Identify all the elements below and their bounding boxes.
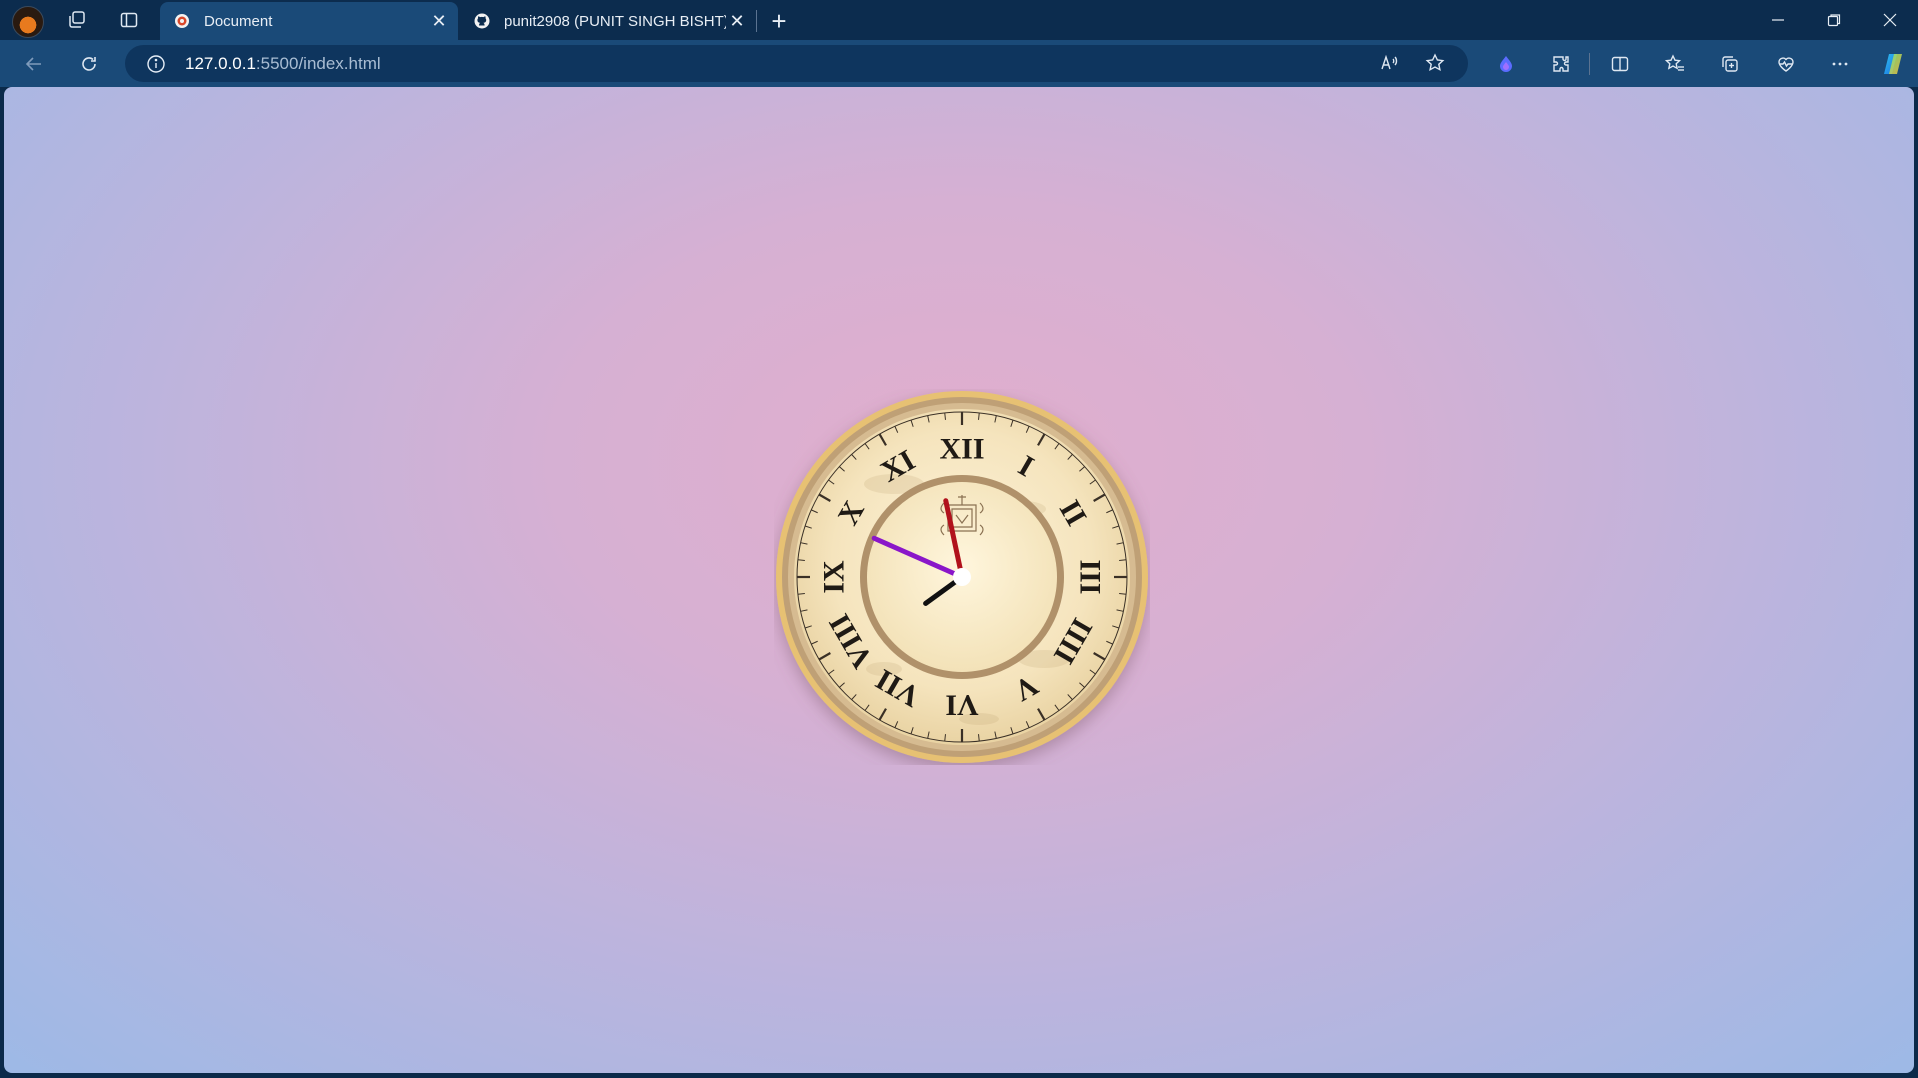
refresh-icon[interactable] bbox=[73, 48, 105, 80]
new-tab-icon[interactable]: + bbox=[764, 6, 794, 36]
url-text: 127.0.0.1:5500/index.html bbox=[185, 54, 381, 74]
read-aloud-icon[interactable] bbox=[1373, 47, 1405, 79]
numeral-ix: IX bbox=[818, 560, 851, 594]
close-tab-icon[interactable]: ✕ bbox=[726, 10, 748, 32]
workspaces-icon[interactable] bbox=[63, 6, 91, 34]
url-host: 127.0.0.1 bbox=[185, 53, 256, 73]
split-screen-icon[interactable] bbox=[1604, 48, 1636, 80]
analog-clock: XII I II III IIII V VI VII VIII IX X XI bbox=[774, 389, 1150, 765]
more-options-icon[interactable] bbox=[1824, 48, 1856, 80]
site-info-icon[interactable] bbox=[145, 53, 167, 75]
browser-essentials-icon[interactable] bbox=[1770, 48, 1802, 80]
copilot-icon[interactable] bbox=[1877, 48, 1909, 80]
live-server-icon bbox=[175, 14, 189, 28]
collections-icon[interactable] bbox=[1714, 48, 1746, 80]
close-window-icon[interactable] bbox=[1862, 0, 1918, 40]
numeral-vi: VI bbox=[945, 689, 978, 722]
extensions-icon[interactable] bbox=[1545, 48, 1577, 80]
back-icon[interactable] bbox=[18, 48, 50, 80]
tab-github[interactable]: punit2908 (PUNIT SINGH BISHT) ✕ bbox=[460, 2, 756, 40]
favorites-icon[interactable] bbox=[1659, 48, 1691, 80]
restore-icon[interactable] bbox=[1806, 0, 1862, 40]
tab-document[interactable]: Document ✕ bbox=[160, 2, 458, 40]
address-bar[interactable]: 127.0.0.1:5500/index.html bbox=[125, 45, 1468, 82]
tab-label: punit2908 (PUNIT SINGH BISHT) bbox=[504, 12, 726, 30]
extension-drop-icon[interactable] bbox=[1490, 48, 1522, 80]
browser-toolbar: 127.0.0.1:5500/index.html bbox=[0, 40, 1918, 87]
numeral-xii: XII bbox=[939, 433, 984, 466]
favorite-star-icon[interactable] bbox=[1419, 47, 1451, 79]
tab-actions-icon[interactable] bbox=[115, 6, 143, 34]
clock-face-svg: XII IIIIIIIIIIVVIVIIVIIIIXXXI bbox=[776, 391, 1148, 763]
minimize-icon[interactable] bbox=[1750, 0, 1806, 40]
url-path: :5500/index.html bbox=[255, 53, 381, 73]
toolbar-separator bbox=[1589, 53, 1590, 75]
center-cap bbox=[953, 568, 971, 586]
numeral-iii: III bbox=[1074, 559, 1107, 594]
github-icon bbox=[474, 13, 490, 29]
close-tab-icon[interactable]: ✕ bbox=[428, 10, 450, 32]
profile-avatar[interactable] bbox=[12, 6, 44, 38]
page-viewport: XII I II III IIII V VI VII VIII IX X XI bbox=[4, 87, 1914, 1073]
title-bar: Document ✕ punit2908 (PUNIT SINGH BISHT)… bbox=[0, 0, 1918, 40]
tab-label: Document bbox=[204, 12, 273, 30]
tab-separator bbox=[756, 10, 757, 32]
